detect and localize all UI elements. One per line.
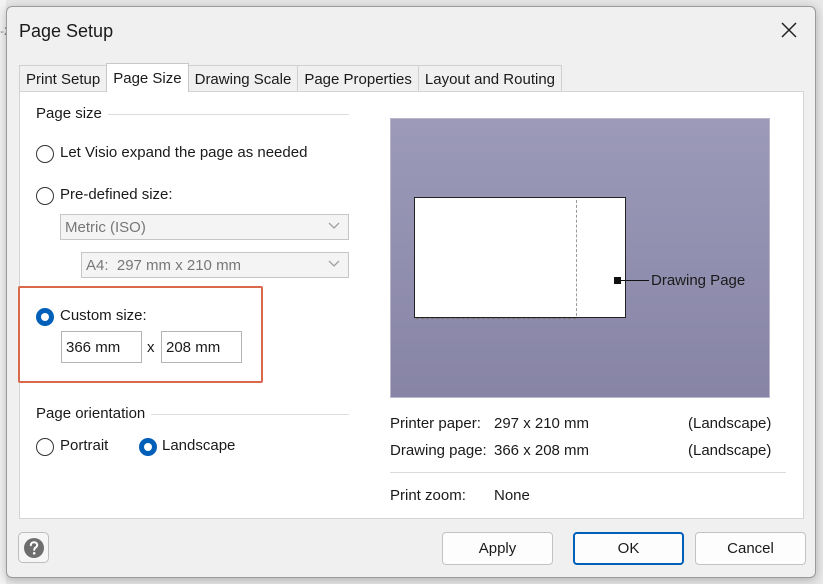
custom-size-label[interactable]: Custom size: <box>60 307 147 324</box>
tab-strip: Print Setup Page Size Drawing Scale Page… <box>19 63 563 93</box>
landscape-radio[interactable] <box>139 438 157 456</box>
print-zoom-value: None <box>494 487 530 504</box>
close-button[interactable] <box>769 13 809 47</box>
page-size-group-label: Page size <box>36 105 108 122</box>
apply-button[interactable]: Apply <box>442 532 553 565</box>
custom-height-input[interactable] <box>161 331 242 363</box>
orientation-group-label: Page orientation <box>36 405 152 422</box>
predefined-size-radio[interactable] <box>36 187 54 205</box>
help-icon <box>23 537 44 558</box>
drawing-page-pointer-line <box>621 280 649 281</box>
dimension-separator: x <box>147 339 155 356</box>
dialog-title: Page Setup <box>19 21 114 41</box>
drawing-page-orientation: (Landscape) <box>688 442 772 459</box>
drawing-page-pointer-marker <box>614 277 621 284</box>
drawing-page-label: Drawing page: <box>390 442 487 459</box>
print-zoom-label: Print zoom: <box>390 487 466 504</box>
drawing-page-preview <box>414 197 626 318</box>
tab-drawing-scale[interactable]: Drawing Scale <box>187 65 299 92</box>
tab-print-setup[interactable]: Print Setup <box>19 65 108 92</box>
drawing-page-value: 366 x 208 mm <box>494 442 590 459</box>
custom-width-input[interactable] <box>61 331 142 363</box>
tab-layout-and-routing[interactable]: Layout and Routing <box>417 65 563 92</box>
drawing-page-pointer-label: Drawing Page <box>651 272 746 289</box>
landscape-label[interactable]: Landscape <box>162 437 235 454</box>
predefined-standard-value: Metric (ISO) <box>65 218 146 236</box>
predefined-standard-select[interactable]: Metric (ISO) <box>60 214 349 240</box>
help-button[interactable] <box>18 532 49 563</box>
printer-paper-boundary-vertical <box>576 200 577 316</box>
expand-page-radio[interactable] <box>36 145 54 163</box>
expand-page-label[interactable]: Let Visio expand the page as needed <box>60 144 307 161</box>
predefined-size-select[interactable]: A4: 297 mm x 210 mm <box>81 252 349 278</box>
printer-paper-boundary-horizontal <box>416 318 576 319</box>
predefined-size-label[interactable]: Pre-defined size: <box>60 186 173 203</box>
portrait-radio[interactable] <box>36 438 54 456</box>
info-separator <box>390 472 786 473</box>
printer-paper-orientation: (Landscape) <box>688 415 772 432</box>
printer-paper-label: Printer paper: <box>390 415 481 432</box>
portrait-label[interactable]: Portrait <box>60 437 108 454</box>
ok-button[interactable]: OK <box>573 532 684 565</box>
close-icon <box>781 22 797 38</box>
tab-page-size[interactable]: Page Size <box>106 63 189 92</box>
printer-paper-value: 297 x 210 mm <box>494 415 590 432</box>
chevron-down-icon <box>328 260 340 267</box>
tab-page-properties[interactable]: Page Properties <box>297 65 419 92</box>
cancel-button[interactable]: Cancel <box>695 532 806 565</box>
chevron-down-icon <box>328 222 340 229</box>
custom-size-radio[interactable] <box>36 308 54 326</box>
predefined-size-value: A4: 297 mm x 210 mm <box>86 256 242 274</box>
